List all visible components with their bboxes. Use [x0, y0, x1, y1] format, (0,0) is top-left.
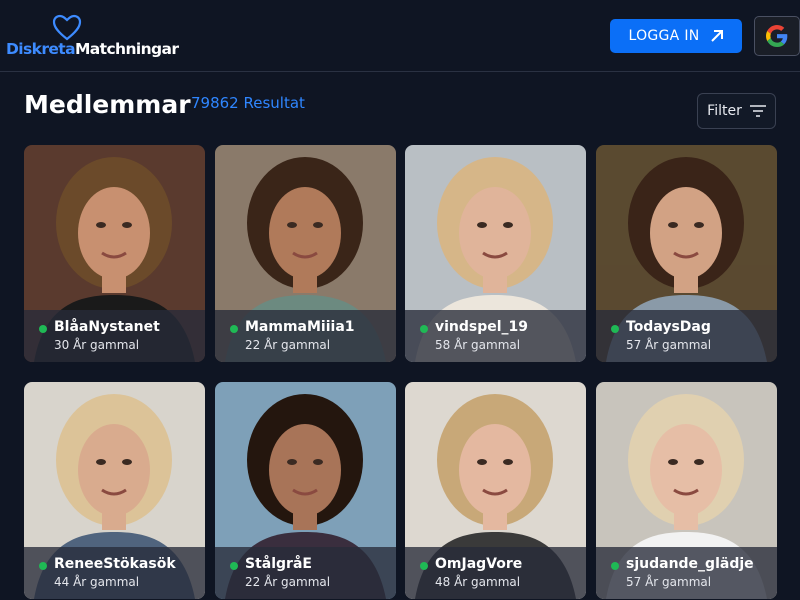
- member-info-panel: BlåaNystanet 30 År gammal: [24, 310, 205, 362]
- member-name: TodaysDag: [626, 319, 711, 335]
- member-name: StålgråE: [245, 556, 312, 572]
- member-info-panel: StålgråE 22 År gammal: [215, 547, 396, 599]
- member-info-panel: sjudande_glädje 57 År gammal: [596, 547, 777, 599]
- login-button[interactable]: LOGGA IN: [610, 19, 742, 53]
- site-logo[interactable]: DiskretaMatchningar: [6, 12, 179, 60]
- member-card[interactable]: BlåaNystanet 30 År gammal: [24, 145, 205, 362]
- top-header: DiskretaMatchningar LOGGA IN: [0, 0, 800, 72]
- heart-logo-icon: [52, 14, 82, 41]
- member-name: sjudande_glädje: [626, 556, 754, 572]
- member-card[interactable]: StålgråE 22 År gammal: [215, 382, 396, 599]
- member-age: 57 År gammal: [626, 338, 712, 352]
- logo-text: DiskretaMatchningar: [6, 40, 179, 58]
- member-card[interactable]: vindspel_19 58 År gammal: [405, 145, 586, 362]
- member-card[interactable]: ReneeStökasök 44 År gammal: [24, 382, 205, 599]
- page-title: Medlemmar: [24, 90, 191, 119]
- login-button-label: LOGGA IN: [628, 28, 700, 44]
- online-status-dot: [39, 562, 47, 570]
- member-info-panel: TodaysDag 57 År gammal: [596, 310, 777, 362]
- member-info-panel: ReneeStökasök 44 År gammal: [24, 547, 205, 599]
- online-status-dot: [230, 562, 238, 570]
- member-info-panel: vindspel_19 58 År gammal: [405, 310, 586, 362]
- online-status-dot: [420, 562, 428, 570]
- online-status-dot: [611, 562, 619, 570]
- member-card[interactable]: sjudande_glädje 57 År gammal: [596, 382, 777, 599]
- member-info-panel: OmJagVore 48 År gammal: [405, 547, 586, 599]
- member-age: 22 År gammal: [245, 575, 331, 589]
- logo-text-part1: Diskreta: [6, 40, 76, 58]
- google-login-button[interactable]: [754, 16, 800, 56]
- member-name: MammaMiiia1: [245, 319, 355, 335]
- member-age: 57 År gammal: [626, 575, 712, 589]
- member-age: 58 År gammal: [435, 338, 521, 352]
- member-name: ReneeStökasök: [54, 556, 176, 572]
- filter-lines-icon: [749, 105, 766, 117]
- member-info-panel: MammaMiiia1 22 År gammal: [215, 310, 396, 362]
- member-name: BlåaNystanet: [54, 319, 160, 335]
- online-status-dot: [39, 325, 47, 333]
- online-status-dot: [230, 325, 238, 333]
- member-card[interactable]: MammaMiiia1 22 År gammal: [215, 145, 396, 362]
- online-status-dot: [611, 325, 619, 333]
- member-age: 22 År gammal: [245, 338, 331, 352]
- filter-button[interactable]: Filter: [697, 93, 776, 129]
- logo-text-part2: Matchningar: [74, 40, 179, 58]
- member-name: OmJagVore: [435, 556, 523, 572]
- member-age: 48 År gammal: [435, 575, 521, 589]
- online-status-dot: [420, 325, 428, 333]
- filter-button-label: Filter: [707, 103, 742, 119]
- member-age: 30 År gammal: [54, 338, 140, 352]
- member-name: vindspel_19: [435, 319, 529, 335]
- member-card[interactable]: OmJagVore 48 År gammal: [405, 382, 586, 599]
- member-card[interactable]: TodaysDag 57 År gammal: [596, 145, 777, 362]
- google-icon: [766, 25, 788, 47]
- arrow-up-right-icon: [710, 30, 723, 42]
- result-count: 79862 Resultat: [191, 94, 305, 112]
- member-age: 44 År gammal: [54, 575, 140, 589]
